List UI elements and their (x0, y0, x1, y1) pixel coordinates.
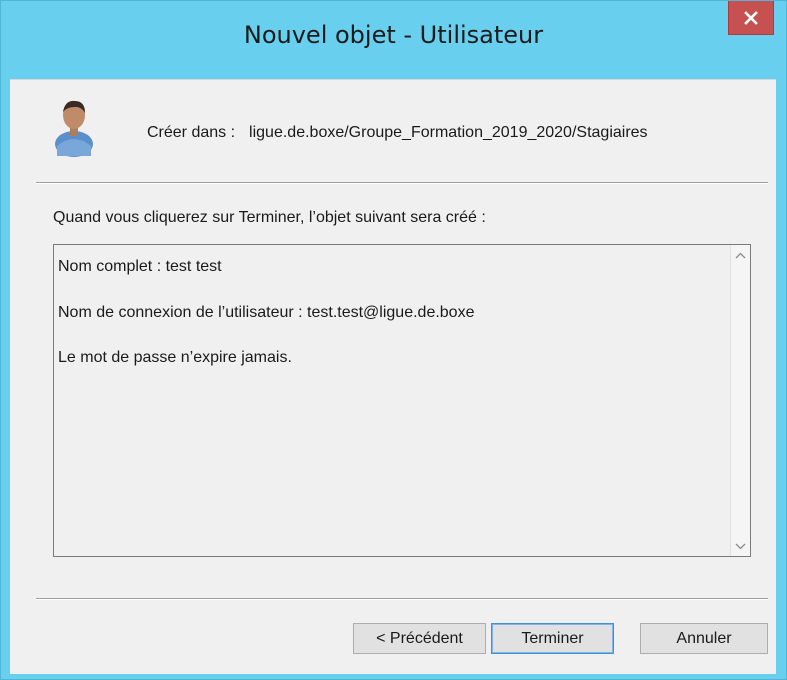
chevron-up-icon (735, 252, 746, 258)
close-button[interactable] (728, 1, 774, 35)
bottom-divider (36, 598, 768, 600)
summary-textbox[interactable]: Nom complet : test test Nom de connexion… (53, 244, 751, 557)
scroll-up-button[interactable] (731, 245, 750, 265)
summary-line-full-name: Nom complet : test test (58, 258, 222, 275)
close-icon (744, 10, 758, 25)
dialog-content: Créer dans : ligue.de.boxe/Groupe_Formati… (10, 79, 776, 674)
vertical-scrollbar[interactable] (730, 245, 750, 556)
previous-button[interactable]: < Précédent (353, 623, 486, 654)
title-bar[interactable]: Nouvel objet - Utilisateur (1, 1, 786, 79)
intro-text: Quand vous cliquerez sur Terminer, l’obj… (53, 209, 486, 226)
create-in-label: Créer dans : (147, 124, 236, 141)
top-divider (36, 182, 768, 184)
window-title: Nouvel objet - Utilisateur (243, 21, 544, 49)
chevron-down-icon (735, 543, 746, 549)
finish-button[interactable]: Terminer (491, 623, 614, 654)
cancel-button[interactable]: Annuler (640, 623, 768, 654)
scroll-down-button[interactable] (731, 536, 750, 556)
user-icon (55, 100, 93, 157)
dialog-window: Nouvel objet - Utilisateur Créer dans : l… (0, 0, 787, 680)
summary-line-logon-name: Nom de connexion de l’utilisateur : test… (58, 304, 475, 321)
create-in-path: ligue.de.boxe/Groupe_Formation_2019_2020… (249, 124, 648, 141)
summary-line-password: Le mot de passe n’expire jamais. (58, 349, 292, 366)
create-in-row: Créer dans : ligue.de.boxe/Groupe_Formati… (147, 124, 648, 142)
